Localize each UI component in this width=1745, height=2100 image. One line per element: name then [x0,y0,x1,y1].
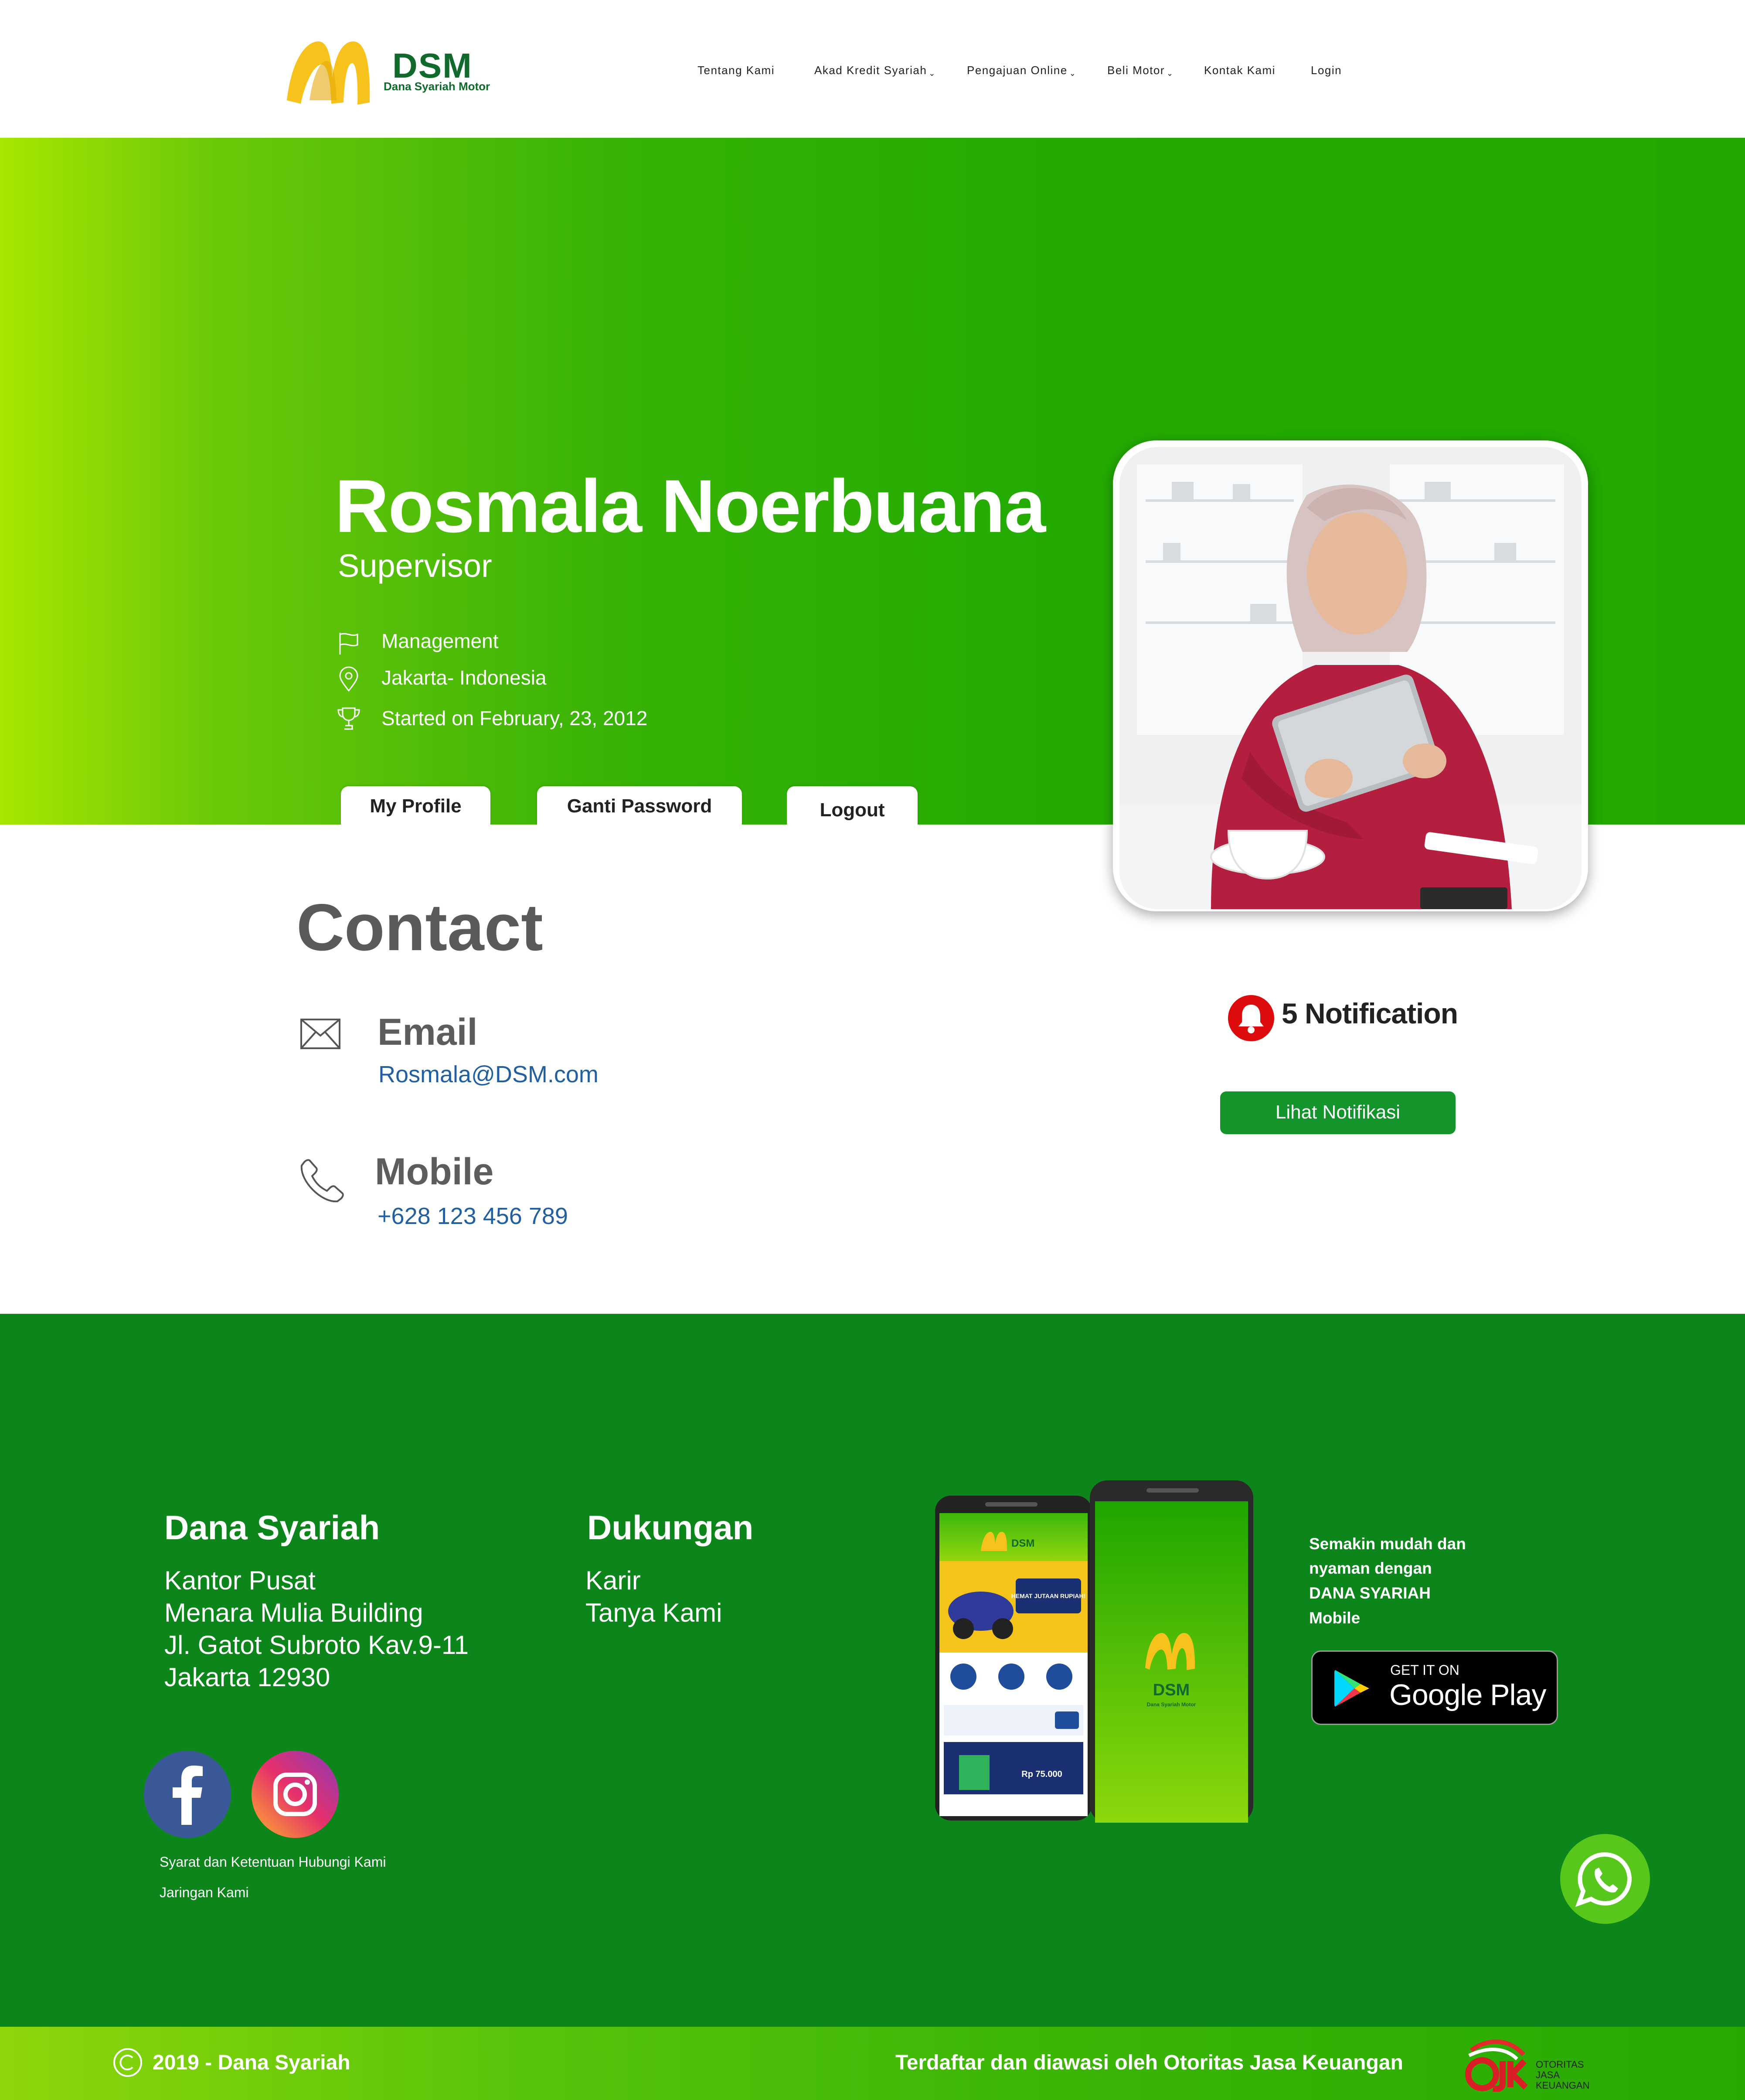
nav-tentang-kami[interactable]: Tentang Kami [697,64,775,77]
promo-line: nyaman dengan [1309,1559,1432,1577]
footer-support-links: Karir Tanya Kami [585,1565,722,1629]
nav-login[interactable]: Login [1311,64,1342,77]
promo-line: DANA SYARIAH [1309,1584,1431,1602]
phone-splash-tagline: Dana Syariah Motor [1147,1701,1196,1708]
nav-pengajuan-online[interactable]: Pengajuan Online ⌄ [967,64,1077,78]
email-link[interactable]: Rosmala@DSM.com [378,1061,599,1088]
mobile-app-mockup: DSM HEMAT JUTAAN RUPIAH! Rp 75.000 DSM D… [935,1480,1253,1823]
profile-photo [1119,447,1582,909]
profile-name: Rosmala Noerbuana [335,464,1046,548]
profile-role: Supervisor [338,548,492,584]
chevron-down-icon: ⌄ [1167,69,1174,78]
tab-logout[interactable]: Logout [787,786,918,828]
chevron-down-icon: ⌄ [929,69,936,78]
phone-icon [300,1159,344,1203]
promo-line: Mobile [1309,1609,1361,1627]
bell-icon[interactable] [1227,994,1275,1042]
facebook-icon[interactable] [144,1751,231,1838]
nav-kontak-kami[interactable]: Kontak Kami [1204,64,1276,77]
ojk-logo-line: KEUANGAN [1536,2080,1589,2091]
profile-location: Jakarta- Indonesia [381,666,547,689]
address-line: Menara Mulia Building [164,1598,423,1627]
flag-icon [339,633,358,655]
nav-akad-kredit-syariah[interactable]: Akad Kredit Syariah ⌄ [814,64,936,78]
email-label: Email [378,1011,478,1053]
chevron-down-icon: ⌄ [1069,69,1077,78]
lihat-notifikasi-button[interactable]: Lihat Notifikasi [1220,1091,1456,1134]
ojk-registration-text: Terdaftar dan diawasi oleh Otoritas Jasa… [895,2051,1403,2074]
mobile-link[interactable]: +628 123 456 789 [378,1203,568,1230]
nav-beli-motor[interactable]: Beli Motor ⌄ [1107,64,1174,78]
mobile-label: Mobile [375,1151,494,1193]
phone-splash-brand: DSM [1153,1681,1190,1699]
instagram-icon[interactable] [252,1751,339,1838]
ojk-logo-line: JASA [1536,2069,1560,2080]
tab-my-profile[interactable]: My Profile [341,786,490,828]
profile-start-date: Started on February, 23, 2012 [381,707,648,730]
trophy-icon [337,707,360,730]
ojk-logo-line: OTORITAS [1536,2059,1584,2070]
address-line: Jakarta 12930 [164,1663,330,1692]
profile-department: Management [381,630,499,652]
phone-price-text: Rp 75.000 [1021,1769,1062,1779]
ojk-logo: OTORITAS JASA KEUANGAN [1465,2039,1589,2092]
site-header: DSM Dana Syariah Motor Tentang Kami Akad… [0,0,1745,138]
phone-brand-text: DSM [1011,1538,1034,1549]
link-syarat-ketentuan[interactable]: Syarat dan Ketentuan [160,1854,295,1870]
address-line: Jl. Gatot Subroto Kav.9-11 [164,1630,469,1660]
footer-small-links: Syarat dan Ketentuan Hubungi Kami [160,1854,386,1870]
promo-line: Semakin mudah dan [1309,1535,1466,1553]
tab-ganti-password[interactable]: Ganti Password [537,786,742,828]
copyright-text: 2019 - Dana Syariah [153,2051,350,2074]
link-jaringan-kami[interactable]: Jaringan Kami [160,1885,249,1901]
gplay-big-text: Google Play [1389,1678,1546,1711]
notification-count: 5 Notification [1282,997,1458,1030]
logo-tagline: Dana Syariah Motor [384,80,490,93]
footer-address: Kantor Pusat Menara Mulia Building Jl. G… [164,1565,469,1694]
footer-link-tanya-kami[interactable]: Tanya Kami [585,1597,722,1629]
address-line: Kantor Pusat [164,1566,316,1595]
envelope-icon [300,1019,340,1049]
contact-heading: Contact [296,890,543,965]
link-hubungi-kami[interactable]: Hubungi Kami [298,1854,386,1870]
footer-company-title: Dana Syariah [164,1508,380,1547]
footer-link-karir[interactable]: Karir [585,1565,722,1597]
gplay-small-text: GET IT ON [1390,1662,1459,1678]
whatsapp-icon[interactable] [1560,1834,1650,1924]
google-play-badge[interactable]: GET IT ON Google Play [1311,1650,1558,1725]
phone-banner-text: HEMAT JUTAAN RUPIAH! [1011,1592,1086,1599]
google-play-icon [1334,1670,1369,1707]
footer-support-title: Dukungan [587,1508,754,1547]
location-pin-icon [339,666,358,692]
tab-baseline [0,825,1113,833]
copyright-icon [113,2048,142,2077]
